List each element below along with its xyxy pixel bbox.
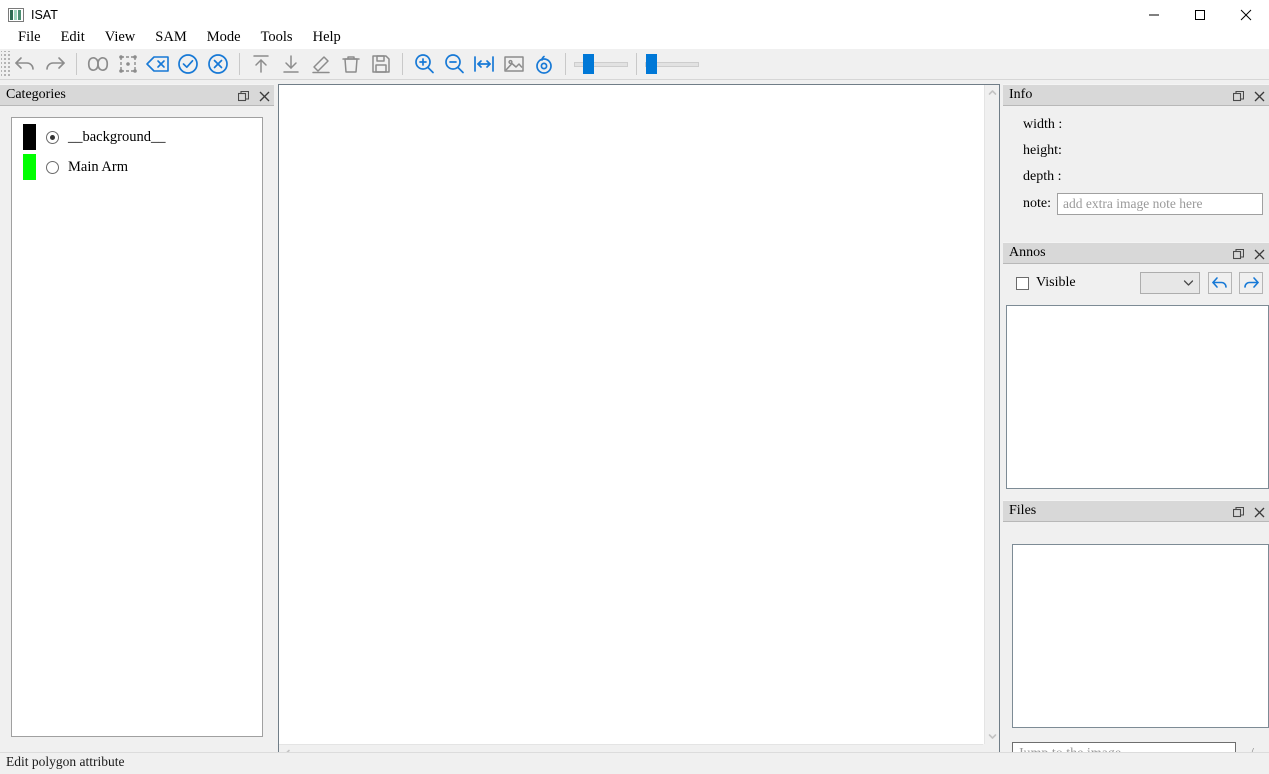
categories-panel-buttons [237, 85, 270, 107]
menu-item-file[interactable]: File [8, 27, 51, 48]
toolbar-separator [239, 53, 240, 75]
edit-pencil-icon[interactable] [306, 50, 336, 78]
visible-checkbox[interactable] [1016, 276, 1029, 290]
info-row-height: height: [1023, 143, 1068, 159]
toolbar-separator [636, 53, 637, 75]
mask-alpha-slider[interactable] [574, 53, 628, 75]
image-canvas[interactable] [279, 85, 984, 745]
files-panel-body: Jump to the image. / [1003, 522, 1269, 770]
info-label-depth: depth : [1023, 169, 1062, 184]
save-icon[interactable] [366, 50, 396, 78]
category-color-swatch [23, 154, 36, 180]
segment-anything-icon[interactable] [83, 50, 113, 78]
category-label: Main Arm [68, 158, 129, 175]
menu-item-help[interactable]: Help [303, 27, 351, 48]
visibility-eye-icon[interactable] [529, 50, 559, 78]
category-label: __background__ [68, 128, 166, 145]
fit-window-icon[interactable] [469, 50, 499, 78]
zoom-in-icon[interactable] [409, 50, 439, 78]
info-panel-title: Info [1009, 87, 1033, 102]
right-dock-column: Info width : height: depth: note: add e… [1003, 84, 1269, 770]
chevron-down-icon [1183, 275, 1194, 291]
vertex-size-slider[interactable] [645, 53, 699, 75]
files-panel-title-bar: Files [1003, 500, 1269, 522]
toolbar-separator [76, 53, 77, 75]
menu-item-view[interactable]: View [95, 27, 146, 48]
categories-panel-title-bar: Categories [0, 84, 274, 106]
menu-item-tools[interactable]: Tools [251, 27, 303, 48]
info-label-width: width : [1023, 117, 1063, 132]
annos-panel-buttons [1232, 243, 1265, 265]
menu-item-sam[interactable]: SAM [145, 27, 196, 48]
files-panel-title: Files [1009, 503, 1037, 518]
files-list[interactable] [1012, 544, 1269, 728]
close-panel-icon[interactable] [258, 89, 270, 103]
info-row-depth: depth : [1023, 169, 1068, 185]
isat-main-window: ISAT File Edit View SAM Mode Tools Help [0, 0, 1269, 774]
finish-check-icon[interactable] [173, 50, 203, 78]
info-row-note: note: add extra image note here [1023, 193, 1263, 215]
float-panel-icon[interactable] [1232, 247, 1244, 261]
chevron-down-icon[interactable] [985, 729, 1000, 744]
toolbar-separator [565, 53, 566, 75]
slider-handle[interactable] [583, 54, 594, 74]
annos-panel-body: Visible [1003, 264, 1269, 500]
categories-list[interactable]: __background__ Main Arm [11, 117, 263, 737]
info-label-note: note: [1023, 196, 1051, 211]
category-item-background[interactable]: __background__ [12, 122, 262, 152]
to-bottom-icon[interactable] [276, 50, 306, 78]
category-radio[interactable] [46, 130, 59, 144]
isat-logo-icon [8, 8, 24, 22]
menu-item-mode[interactable]: Mode [197, 27, 251, 48]
menu-item-edit[interactable]: Edit [51, 27, 95, 48]
toolbar-drag-grip[interactable] [1, 51, 10, 77]
bounding-box-icon[interactable] [113, 50, 143, 78]
chevron-up-icon[interactable] [985, 85, 1000, 100]
annos-visible-toggle[interactable]: Visible [1016, 275, 1076, 291]
info-row-width: width : [1023, 117, 1068, 133]
annos-panel-title: Annos [1009, 245, 1046, 260]
arrow-back-icon[interactable] [1208, 272, 1232, 294]
category-color-swatch [23, 124, 36, 150]
undo-icon[interactable] [10, 50, 40, 78]
category-item-main-arm[interactable]: Main Arm [12, 152, 262, 182]
menu-bar: File Edit View SAM Mode Tools Help [0, 25, 1269, 49]
info-panel-body: width : height: depth : note: add extra … [1003, 106, 1269, 242]
window-title: ISAT [31, 8, 58, 22]
float-panel-icon[interactable] [1232, 89, 1244, 103]
float-panel-icon[interactable] [237, 89, 249, 103]
categories-panel: Categories __background__ Main Arm [0, 84, 274, 751]
info-panel-title-bar: Info [1003, 84, 1269, 106]
annos-panel-title-bar: Annos [1003, 242, 1269, 264]
category-radio[interactable] [46, 160, 59, 174]
main-toolbar [0, 49, 1269, 80]
slider-handle[interactable] [646, 54, 657, 74]
files-panel-buttons [1232, 501, 1265, 523]
cancel-x-icon[interactable] [203, 50, 233, 78]
arrow-forward-icon[interactable] [1239, 272, 1263, 294]
note-input[interactable]: add extra image note here [1057, 193, 1263, 215]
trash-icon[interactable] [336, 50, 366, 78]
annos-toolbar-row: Visible [1003, 272, 1269, 298]
toolbar-separator [402, 53, 403, 75]
annotations-list[interactable] [1006, 305, 1269, 489]
status-message: Edit polygon attribute [6, 754, 125, 769]
close-panel-icon[interactable] [1253, 505, 1265, 519]
info-label-height: height: [1023, 143, 1062, 158]
close-panel-icon[interactable] [1253, 247, 1265, 261]
annos-group-select[interactable] [1140, 272, 1200, 294]
image-icon[interactable] [499, 50, 529, 78]
visible-label: Visible [1036, 275, 1076, 290]
info-panel-buttons [1232, 85, 1265, 107]
categories-panel-title: Categories [6, 87, 66, 102]
canvas-container [278, 84, 1000, 761]
status-bar: Edit polygon attribute [0, 752, 1269, 774]
delete-point-icon[interactable] [143, 50, 173, 78]
canvas-vertical-scrollbar[interactable] [984, 85, 999, 744]
zoom-out-icon[interactable] [439, 50, 469, 78]
redo-icon[interactable] [40, 50, 70, 78]
to-top-icon[interactable] [246, 50, 276, 78]
close-panel-icon[interactable] [1253, 89, 1265, 103]
float-panel-icon[interactable] [1232, 505, 1244, 519]
